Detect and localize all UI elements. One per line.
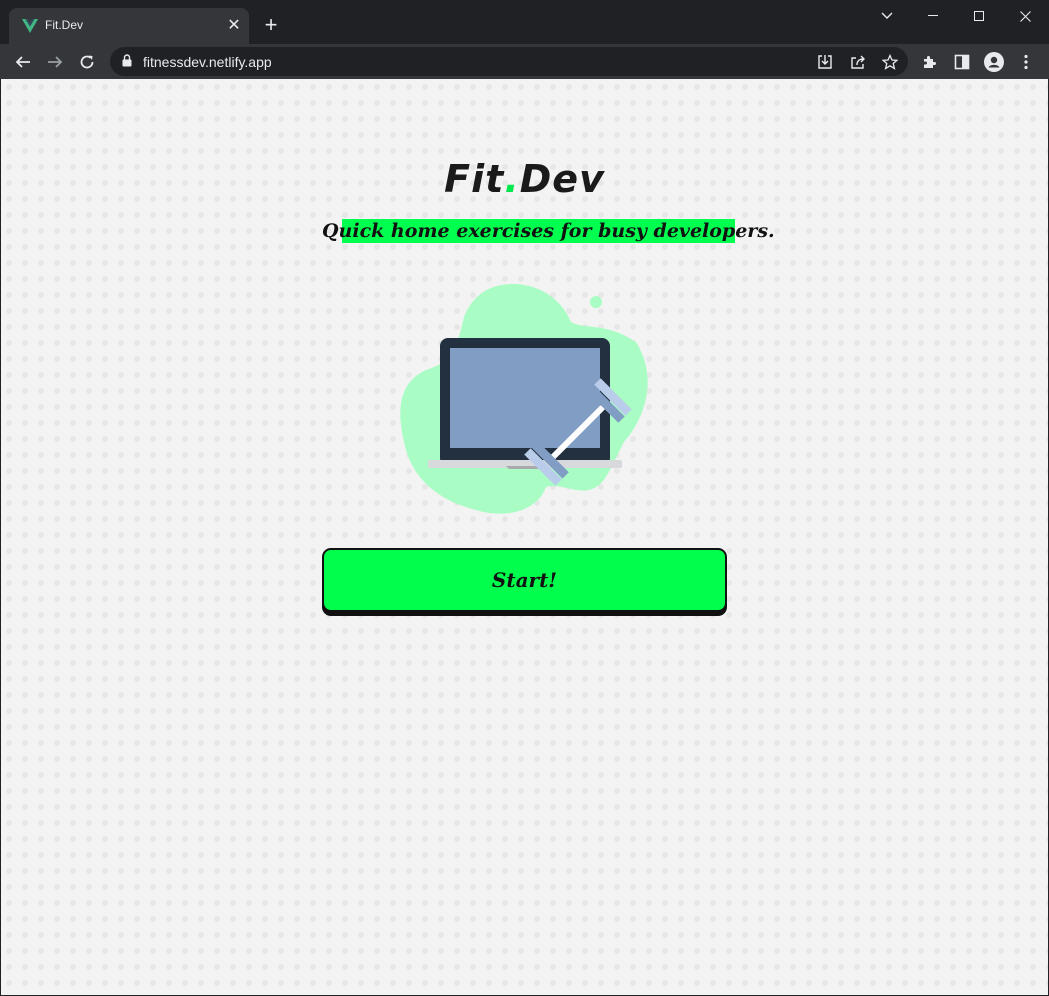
- site-logo[interactable]: Fit.Dev: [1, 157, 1048, 201]
- minimize-icon[interactable]: [910, 0, 956, 32]
- bookmark-star-icon[interactable]: [880, 52, 900, 72]
- back-arrow-icon[interactable]: [9, 48, 37, 76]
- tab-close-icon[interactable]: ✕: [225, 17, 243, 35]
- install-app-icon[interactable]: [815, 52, 835, 72]
- vue-logo-icon: [21, 17, 39, 35]
- more-menu-icon[interactable]: [1014, 50, 1038, 74]
- laptop-dumbbell-illustration: [396, 282, 656, 517]
- share-icon[interactable]: [848, 52, 868, 72]
- address-bar[interactable]: fitnessdev.netlify.app: [110, 47, 908, 76]
- logo-dev: Dev: [519, 157, 605, 201]
- tab-strip: Fit.Dev ✕ +: [0, 0, 1049, 44]
- new-tab-icon[interactable]: +: [259, 14, 283, 38]
- extensions-puzzle-icon[interactable]: [918, 50, 942, 74]
- browser-tab[interactable]: Fit.Dev ✕: [9, 8, 249, 44]
- reload-icon[interactable]: [73, 48, 101, 76]
- start-button[interactable]: Start!: [322, 548, 727, 612]
- browser-toolbar: fitnessdev.netlify.app: [0, 44, 1049, 79]
- logo-fit: Fit: [444, 157, 505, 201]
- page-viewport: Fit.Dev Quick home exercises for busy de…: [1, 79, 1048, 995]
- lock-icon[interactable]: [122, 54, 132, 72]
- profile-avatar-icon[interactable]: [982, 50, 1006, 74]
- forward-arrow-icon[interactable]: [41, 48, 69, 76]
- url-text[interactable]: fitnessdev.netlify.app: [143, 54, 272, 70]
- close-window-icon[interactable]: [1002, 0, 1048, 32]
- start-button-label: Start!: [491, 568, 558, 592]
- tagline: Quick home exercises for busy developers…: [322, 220, 775, 242]
- tagline-block: Quick home exercises for busy developers…: [322, 217, 775, 247]
- maximize-icon[interactable]: [956, 0, 1002, 32]
- side-panel-icon[interactable]: [950, 50, 974, 74]
- logo-dot: .: [504, 157, 520, 201]
- tab-search-chevron-icon[interactable]: [864, 0, 910, 32]
- tab-title: Fit.Dev: [45, 18, 84, 32]
